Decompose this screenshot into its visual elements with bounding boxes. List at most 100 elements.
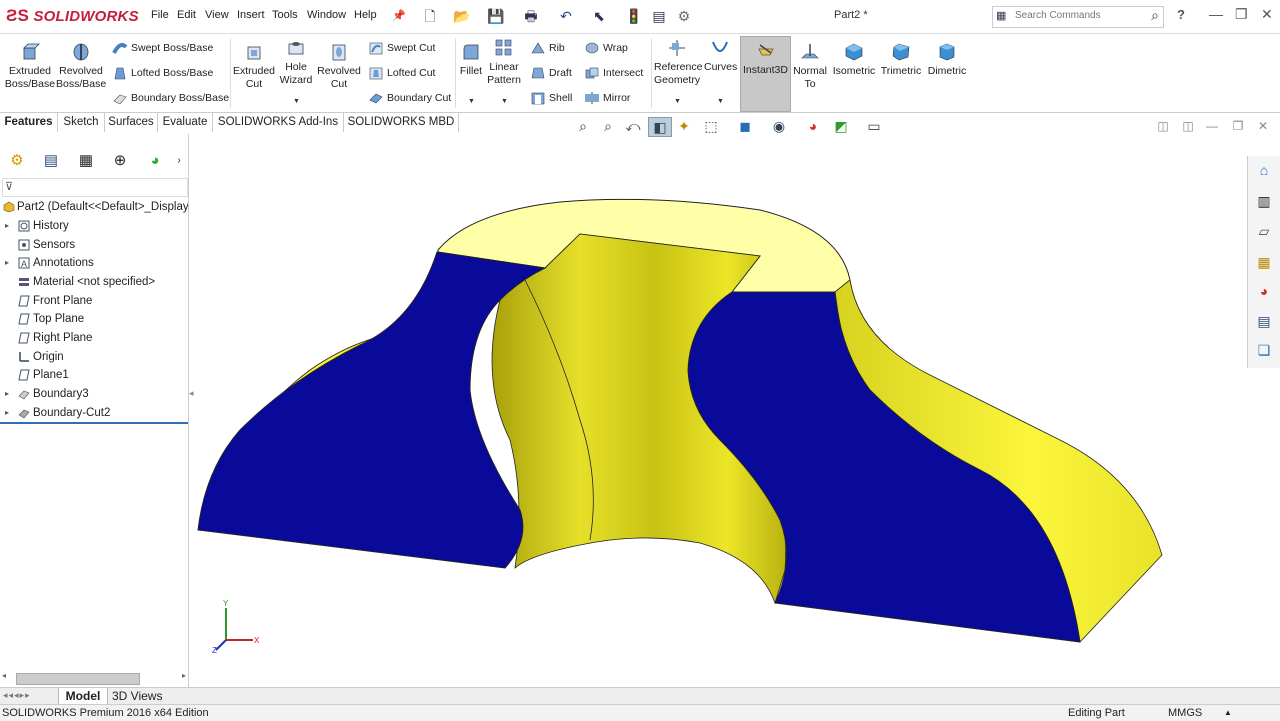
- tile-right-icon[interactable]: ◫: [1177, 117, 1199, 135]
- wrap-button[interactable]: Wrap: [584, 41, 628, 55]
- revolved-boss-button[interactable]: Revolved Boss/Base: [56, 42, 106, 91]
- units-dropdown-icon[interactable]: ▲: [1224, 705, 1232, 721]
- isometric-button[interactable]: Isometric: [831, 42, 877, 78]
- menu-help[interactable]: Help: [354, 9, 377, 21]
- tile-left-icon[interactable]: ◫: [1152, 117, 1174, 135]
- mirror-button[interactable]: Mirror: [584, 91, 630, 105]
- swept-boss-button[interactable]: Swept Boss/Base: [112, 41, 213, 55]
- boundary-cut-button[interactable]: Boundary Cut: [368, 91, 451, 105]
- extruded-cut-button[interactable]: Extruded Cut: [233, 42, 275, 91]
- status-units[interactable]: MMGS: [1168, 705, 1202, 721]
- expand-arrow-icon[interactable]: ▸: [5, 217, 9, 235]
- reference-geometry-dropdown-icon[interactable]: ▼: [674, 98, 681, 105]
- tree-item-right-plane[interactable]: Right Plane: [0, 329, 188, 347]
- file-explorer-icon[interactable]: ▱: [1254, 221, 1274, 241]
- extruded-boss-button[interactable]: Extruded Boss/Base: [4, 42, 56, 91]
- tab-mbd[interactable]: SOLIDWORKS MBD: [344, 113, 459, 132]
- shell-button[interactable]: Shell: [530, 91, 572, 105]
- menu-view[interactable]: View: [205, 9, 229, 21]
- design-library-icon[interactable]: ▥: [1254, 191, 1274, 211]
- tree-root-part[interactable]: Part2 (Default<<Default>_Display State 1…: [0, 198, 188, 216]
- select-icon[interactable]: ⬉: [589, 7, 609, 25]
- hole-wizard-dropdown-icon[interactable]: ▼: [293, 98, 300, 105]
- new-document-icon[interactable]: 🗋: [420, 7, 440, 25]
- tree-item-annotations[interactable]: ▸ A Annotations: [0, 254, 188, 272]
- tab-scroll-arrows-icon[interactable]: ◂◂◂▸▸: [3, 690, 31, 701]
- tree-item-plane1[interactable]: Plane1: [0, 366, 188, 384]
- menu-insert[interactable]: Insert: [237, 9, 265, 21]
- lofted-cut-button[interactable]: Lofted Cut: [368, 66, 435, 80]
- instant3d-button[interactable]: Instant3D: [740, 36, 791, 112]
- dynamic-annotation-icon[interactable]: ✦: [673, 117, 695, 135]
- open-icon[interactable]: 📂: [452, 7, 472, 25]
- solidworks-resources-icon[interactable]: ⌂: [1254, 160, 1274, 180]
- custom-properties-icon[interactable]: ▤: [1254, 311, 1274, 331]
- tab-evaluate[interactable]: Evaluate: [158, 113, 213, 132]
- pin-icon[interactable]: 📌: [389, 7, 409, 25]
- file-properties-icon[interactable]: ▤: [649, 7, 669, 25]
- rebuild-icon[interactable]: 🚦: [624, 7, 644, 25]
- property-manager-tab-icon[interactable]: ▤: [36, 148, 66, 173]
- menu-window[interactable]: Window: [307, 9, 346, 21]
- lofted-boss-button[interactable]: Lofted Boss/Base: [112, 66, 213, 80]
- menu-edit[interactable]: Edit: [177, 9, 196, 21]
- tree-item-history[interactable]: ▸ History: [0, 217, 188, 235]
- boundary-boss-button[interactable]: Boundary Boss/Base: [112, 91, 229, 105]
- tree-item-boundary3[interactable]: ▸ Boundary3: [0, 385, 188, 403]
- rib-button[interactable]: Rib: [530, 41, 565, 55]
- save-icon[interactable]: 💾: [486, 7, 506, 25]
- hole-wizard-button[interactable]: Hole Wizard: [276, 38, 316, 87]
- apply-scene-icon[interactable]: ◩: [830, 117, 852, 135]
- model-viewport[interactable]: Y X Z: [189, 134, 1246, 686]
- tree-item-origin[interactable]: Origin: [0, 348, 188, 366]
- doc-minimize-icon[interactable]: —: [1201, 117, 1223, 135]
- normal-to-button[interactable]: Normal To: [791, 42, 829, 91]
- expand-arrow-icon[interactable]: ▸: [5, 385, 9, 403]
- zoom-to-fit-icon[interactable]: ⌕: [572, 117, 594, 135]
- tab-3d-views[interactable]: 3D Views: [112, 689, 162, 703]
- panel-horizontal-scrollbar[interactable]: ◂ ▸: [2, 671, 186, 685]
- dimxpert-tab-icon[interactable]: ⊕: [105, 148, 135, 173]
- appearances-icon[interactable]: ◕: [1254, 281, 1274, 301]
- tab-surfaces[interactable]: Surfaces: [105, 113, 158, 132]
- tab-addins[interactable]: SOLIDWORKS Add-Ins: [213, 113, 344, 132]
- dimetric-button[interactable]: Dimetric: [924, 42, 970, 78]
- view-palette-icon[interactable]: ▦: [1254, 252, 1274, 272]
- view-settings-icon[interactable]: ▭: [863, 117, 885, 135]
- tree-item-top-plane[interactable]: Top Plane: [0, 310, 188, 328]
- swept-cut-button[interactable]: Swept Cut: [368, 41, 435, 55]
- panel-tabs-more-icon[interactable]: ›: [172, 148, 186, 173]
- edit-appearance-icon[interactable]: ◕: [802, 117, 824, 135]
- tree-item-front-plane[interactable]: Front Plane: [0, 292, 188, 310]
- expand-arrow-icon[interactable]: ▸: [5, 254, 9, 272]
- scroll-left-icon[interactable]: ◂: [2, 671, 6, 680]
- curves-dropdown-icon[interactable]: ▼: [717, 98, 724, 105]
- forum-icon[interactable]: ❏: [1254, 340, 1274, 360]
- display-manager-tab-icon[interactable]: ◕: [140, 148, 170, 173]
- close-window-button[interactable]: ✕: [1261, 6, 1273, 23]
- print-icon[interactable]: 🖶: [521, 7, 541, 25]
- display-style-icon[interactable]: ◼: [734, 117, 756, 135]
- tree-item-sensors[interactable]: Sensors: [0, 236, 188, 254]
- intersect-button[interactable]: Intersect: [584, 66, 643, 80]
- tab-sketch[interactable]: Sketch: [58, 113, 105, 132]
- options-icon[interactable]: ⚙: [674, 7, 694, 25]
- view-orientation-icon[interactable]: ⬚: [700, 117, 722, 135]
- search-icon[interactable]: ⌕: [1151, 7, 1159, 24]
- curves-button[interactable]: Curves: [704, 38, 737, 74]
- tree-item-material[interactable]: Material <not specified>: [0, 273, 188, 291]
- reference-geometry-button[interactable]: Reference Geometry: [654, 38, 702, 87]
- minimize-window-button[interactable]: —: [1209, 6, 1223, 22]
- tab-features[interactable]: Features: [0, 113, 58, 132]
- hide-show-items-icon[interactable]: ◉: [768, 117, 790, 135]
- fillet-dropdown-icon[interactable]: ▼: [468, 98, 475, 105]
- graphics-area[interactable]: Y X Z: [189, 134, 1246, 686]
- restore-window-button[interactable]: ❐: [1235, 6, 1248, 23]
- zoom-to-area-icon[interactable]: ⌕: [597, 117, 619, 135]
- tree-item-boundary-cut2[interactable]: ▸ Boundary-Cut2: [0, 404, 188, 424]
- configuration-manager-tab-icon[interactable]: ▦: [71, 148, 101, 173]
- doc-close-icon[interactable]: ✕: [1252, 117, 1274, 135]
- undo-icon[interactable]: ↶: [556, 7, 576, 25]
- menu-tools[interactable]: Tools: [272, 9, 298, 21]
- linear-pattern-button[interactable]: Linear Pattern: [487, 38, 521, 87]
